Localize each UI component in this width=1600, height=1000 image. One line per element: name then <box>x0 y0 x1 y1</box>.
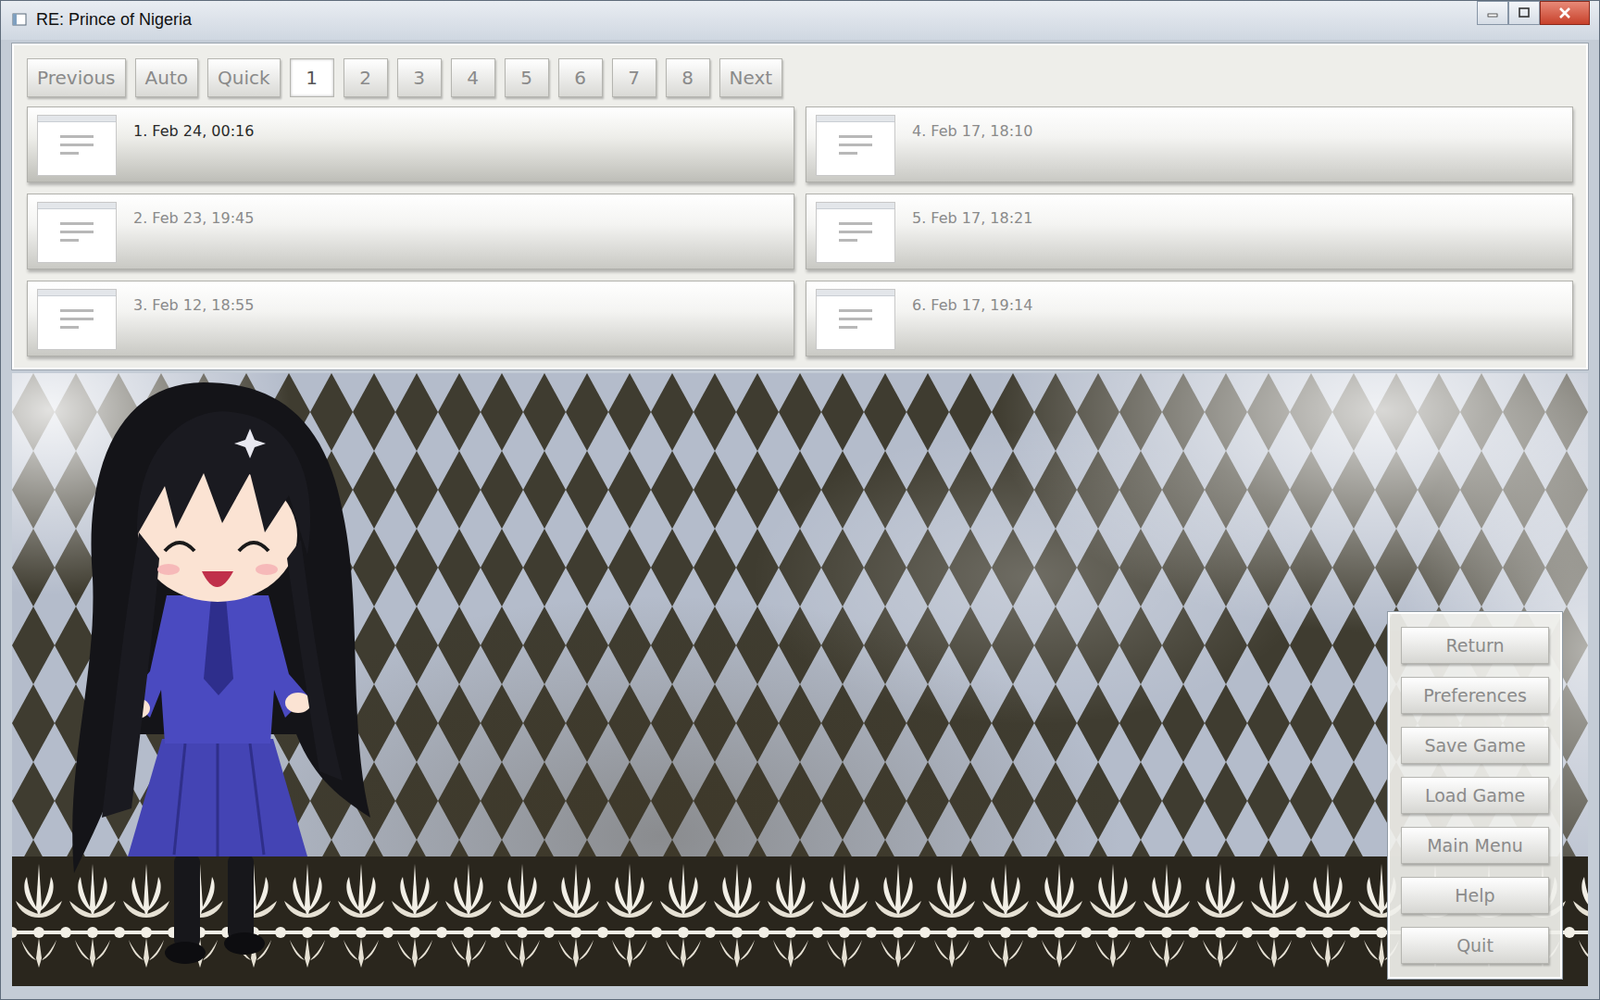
game-screen: PreviousAutoQuick12345678Next 1. Feb 24, … <box>0 39 1600 1000</box>
save-slot[interactable]: 6. Feb 17, 19:14 <box>805 280 1574 357</box>
menu-button[interactable]: Quit <box>1400 926 1550 964</box>
save-slot[interactable]: 2. Feb 23, 19:45 <box>26 193 795 270</box>
close-button[interactable] <box>1539 0 1590 25</box>
slot-label: 3. Feb 12, 18:55 <box>133 296 254 314</box>
slot-thumbnail <box>815 114 896 176</box>
slot-label: 4. Feb 17, 18:10 <box>912 122 1033 140</box>
page-button[interactable]: 6 <box>558 58 603 98</box>
save-slot[interactable]: 3. Feb 12, 18:55 <box>26 280 795 357</box>
menu-button[interactable]: Load Game <box>1400 776 1550 814</box>
page-button[interactable]: 4 <box>450 58 496 98</box>
background-scene: Return Preferences Save Game Load Game Main … <box>12 373 1588 987</box>
page-button[interactable]: 5 <box>504 58 550 98</box>
page-button[interactable]: Auto <box>135 58 199 98</box>
page-button[interactable]: Quick <box>207 58 281 98</box>
page-button[interactable]: 1 <box>289 58 335 98</box>
save-slot[interactable]: 4. Feb 17, 18:10 <box>805 106 1574 183</box>
window-title: RE: Prince of Nigeria <box>36 10 192 30</box>
slot-thumbnail <box>815 201 896 263</box>
maximize-icon <box>1517 7 1531 19</box>
slot-thumbnail <box>37 201 117 263</box>
page-navigation: PreviousAutoQuick12345678Next <box>26 58 1574 98</box>
minimize-button[interactable] <box>1476 0 1509 25</box>
slot-label: 6. Feb 17, 19:14 <box>912 296 1033 314</box>
slot-thumbnail <box>37 114 117 176</box>
page-button[interactable]: 8 <box>665 58 711 98</box>
page-button[interactable]: Next <box>719 58 784 98</box>
menu-button[interactable]: Preferences <box>1400 676 1550 714</box>
save-slot-grid: 1. Feb 24, 00:16 2. Feb 23, 19:45 3. Feb 1… <box>26 106 1574 357</box>
menu-button[interactable]: Return <box>1400 626 1550 664</box>
page-button[interactable]: Previous <box>26 58 126 98</box>
page-button[interactable]: 3 <box>397 58 442 98</box>
slot-thumbnail <box>815 288 896 350</box>
game-menu: Return Preferences Save Game Load Game Main … <box>1387 612 1563 979</box>
menu-button[interactable]: Help <box>1400 876 1550 914</box>
slot-label: 5. Feb 17, 18:21 <box>912 209 1033 227</box>
maximize-button[interactable] <box>1508 0 1540 25</box>
slot-label: 1. Feb 24, 00:16 <box>133 122 254 140</box>
page-button[interactable]: 7 <box>612 58 657 98</box>
close-icon <box>1557 6 1573 20</box>
character-sprite <box>60 373 385 975</box>
slot-thumbnail <box>37 288 117 350</box>
menu-button[interactable]: Save Game <box>1400 726 1550 764</box>
menu-button[interactable]: Main Menu <box>1400 826 1550 864</box>
app-icon <box>12 12 27 27</box>
slot-label: 2. Feb 23, 19:45 <box>133 209 254 227</box>
page-button[interactable]: 2 <box>343 58 388 98</box>
file-picker: PreviousAutoQuick12345678Next 1. Feb 24, … <box>12 43 1588 370</box>
title-bar: RE: Prince of Nigeria <box>0 0 1600 40</box>
minimize-icon <box>1486 8 1500 18</box>
save-slot[interactable]: 1. Feb 24, 00:16 <box>26 106 795 183</box>
save-slot[interactable]: 5. Feb 17, 18:21 <box>805 193 1574 270</box>
game-window: RE: Prince of NigeriaPreviousAutoQuick12… <box>0 0 1600 1000</box>
